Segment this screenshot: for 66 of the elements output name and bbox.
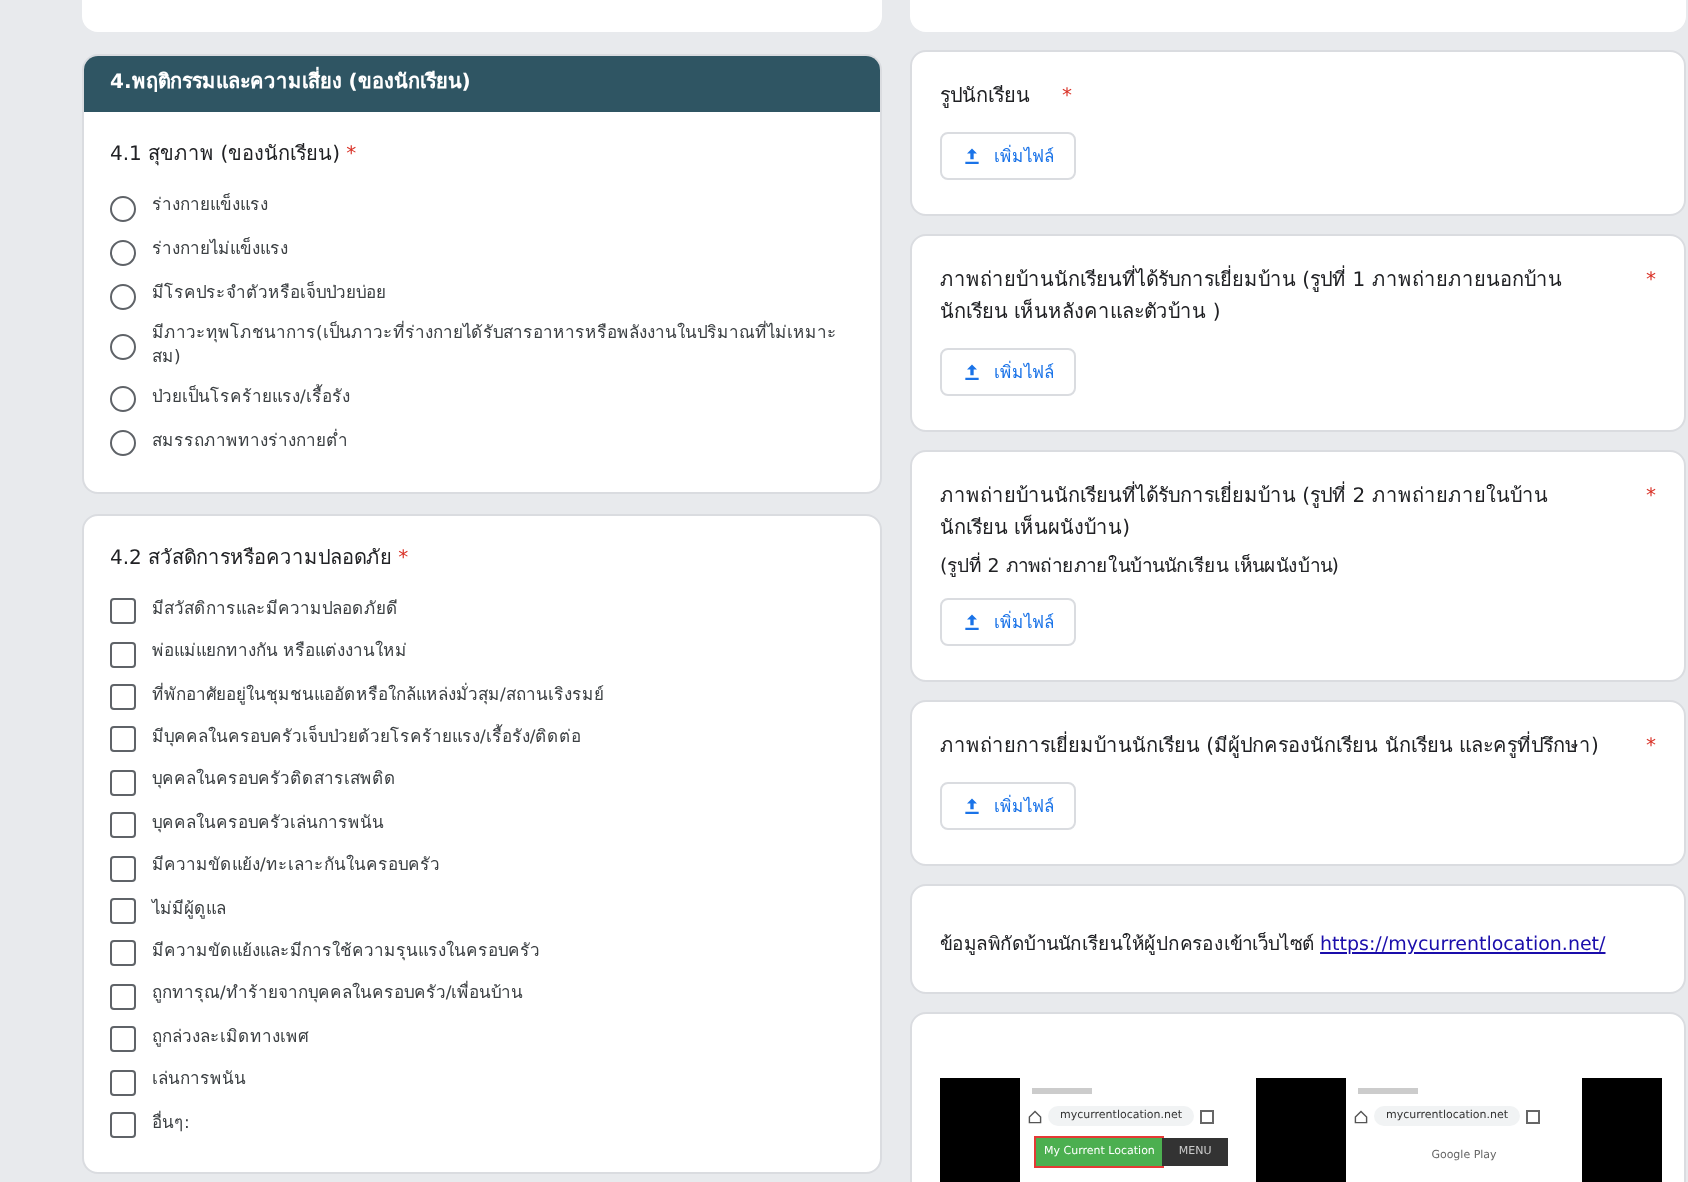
checkbox[interactable] (110, 940, 136, 967)
option-label: ร่างกายแข็งแรง (152, 196, 268, 220)
question-title: 4.1 สุขภาพ (ของนักเรียน) (110, 141, 341, 170)
upload-icon (962, 796, 982, 816)
question-title: 4.2 สวัสดิการหรือความปลอดภัย (110, 545, 393, 574)
option-label: เล่นการพนัน (152, 1070, 246, 1095)
home-icon (1028, 1109, 1042, 1123)
radio-button[interactable] (110, 239, 136, 265)
checkbox[interactable] (110, 598, 136, 625)
add-file-button[interactable]: เพิ่มไฟล์ (940, 782, 1076, 830)
option-label: มีสวัสดิการและมีความปลอดภัยดี (152, 599, 398, 624)
required-mark: * (1646, 734, 1656, 762)
option-label: มีโรคประจำตัวหรือเจ็บป่วยบ่อย (152, 284, 386, 308)
question-description: (รูปที่ 2 ภาพถ่ายภายในบ้านนักเรียน เห็นผนังบ้าน) (940, 550, 1342, 580)
required-mark: * (1062, 84, 1072, 112)
checkbox[interactable] (110, 726, 136, 753)
option-label: ป่วยเป็นโรคร้ายแรง/เรื้อรัง (152, 387, 350, 412)
option-label: ไม่มีผู้ดูแล (152, 899, 226, 923)
upload-icon (962, 612, 982, 632)
website-link[interactable]: https://mycurrentlocation.net/ (1320, 934, 1606, 956)
checkbox[interactable] (110, 1026, 136, 1053)
checkbox[interactable] (110, 641, 136, 668)
question-title: ภาพถ่ายการเยี่ยมบ้านนักเรียน (มีผู้ปกครองนักเรียน นักเรียน และครูที่ปรึกษา) (940, 732, 1599, 764)
checkbox[interactable] (110, 983, 136, 1010)
checkbox[interactable] (110, 1069, 136, 1096)
question-title: ภาพถ่ายบ้านนักเรียนที่ได้รับการเยี่ยมบ้าน (รูปที่ 2 ภาพถ่ายภายในบ้านนักเรียน เห็นผนังบ้าน) (940, 482, 1614, 546)
tabs-icon (1526, 1109, 1541, 1123)
radio-button[interactable] (110, 195, 136, 221)
add-file-button[interactable]: เพิ่มไฟล์ (940, 598, 1076, 646)
radio-button[interactable] (110, 334, 136, 361)
option-label: สมรรถภาพทางร่างกายต่ำ (152, 431, 348, 456)
option-label: ถูกทารุณ/ทำร้ายจากบุคคลในครอบครัว/เพื่อนบ้าน (152, 984, 524, 1009)
required-mark: * (1646, 268, 1656, 296)
option-label: มีความขัดแย้ง/ทะเลาะกันในครอบครัว (152, 856, 440, 881)
add-file-button[interactable]: เพิ่มไฟล์ (940, 348, 1076, 396)
checkbox[interactable] (110, 898, 136, 925)
upload-icon (962, 146, 982, 166)
home-icon (1354, 1109, 1368, 1123)
option-label: มีภาวะทุพโภชนาการ(เป็นภาวะที่ร่างกายได้รับสารอาหารหรือพลังงานในปริมาณที่ไม่เหมาะสม) (152, 324, 839, 372)
add-file-button[interactable]: เพิ่มไฟล์ (940, 132, 1076, 180)
tabs-icon (1200, 1109, 1215, 1123)
radio-button[interactable] (110, 386, 136, 413)
option-label: ถูกล่วงละเมิดทางเพศ (152, 1027, 308, 1052)
question-title: ภาพถ่ายบ้านนักเรียนที่ได้รับการเยี่ยมบ้าน (รูปที่ 1 ภาพถ่ายภายนอกบ้านนักเรียน เห็นหลังคาและตัวบ้าน ) (940, 266, 1614, 330)
option-label: มีความขัดแย้งและมีการใช้ความรุนแรงในครอบครัว (152, 941, 540, 966)
option-label: อื่นๆ: (152, 1113, 190, 1137)
required-mark: * (1646, 484, 1656, 512)
radio-button[interactable] (110, 283, 136, 309)
checkbox[interactable] (110, 1111, 136, 1138)
required-mark: * (346, 142, 357, 170)
option-label: ที่พักอาศัยอยู่ในชุมชนแออัดหรือใกล้แหล่งมั่วสุม/สถานเริงรมย์ (152, 685, 604, 709)
checkbox[interactable] (110, 855, 136, 882)
question-title: รูปนักเรียน (940, 83, 1030, 112)
section-header: 4.พฤติกรรมและความเสี่ยง (ของนักเรียน) (84, 56, 880, 112)
option-label: บุคคลในครอบครัวเล่นการพนัน (152, 813, 384, 838)
option-label: บุคคลในครอบครัวติดสารเสพติด (152, 770, 396, 795)
checkbox[interactable] (110, 684, 136, 711)
info-text: ข้อมูลพิกัดบ้านนักเรียนให้ผู้ปกครองเข้าเว็บไซต์ https://mycurrentlocation.net/ (940, 934, 1606, 956)
option-label: พ่อแม่แยกทางกัน หรือแต่งงานใหม่ (152, 642, 408, 667)
checkbox[interactable] (110, 812, 136, 839)
radio-button[interactable] (110, 430, 136, 457)
upload-icon (962, 362, 982, 382)
option-label: ร่างกายไม่แข็งแรง (152, 240, 288, 264)
option-label: มีบุคคลในครอบครัวเจ็บป่วยด้วยโรคร้ายแรง/เรื้อรัง/ติดต่อ (152, 728, 582, 752)
required-mark: * (398, 545, 409, 574)
checkbox[interactable] (110, 769, 136, 796)
